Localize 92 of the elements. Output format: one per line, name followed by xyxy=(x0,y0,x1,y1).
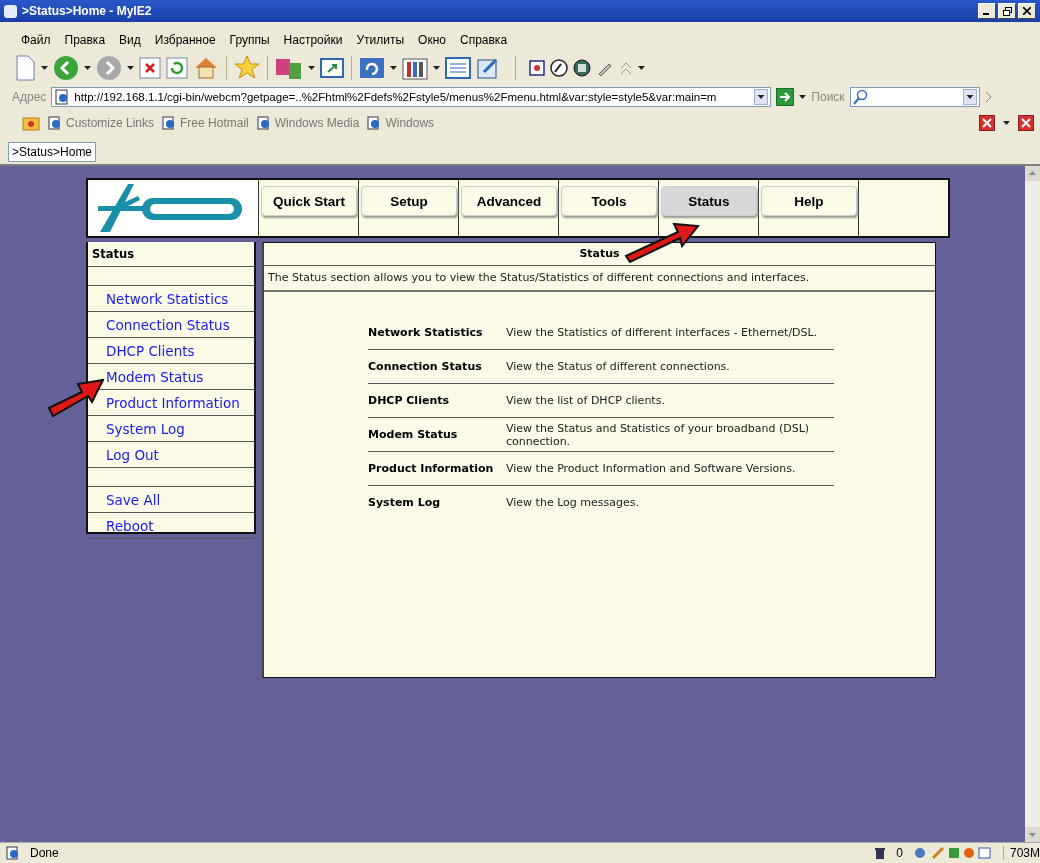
caret-icon[interactable] xyxy=(1003,121,1010,125)
chevron-right-icon[interactable] xyxy=(984,91,992,103)
close-icon xyxy=(1023,7,1031,15)
sidebar-link[interactable]: Reboot xyxy=(106,517,154,534)
caret-icon[interactable] xyxy=(390,66,397,70)
item-name: Modem Status xyxy=(368,428,459,441)
search-label: Поиск xyxy=(811,90,845,104)
menu-item[interactable]: Настройки xyxy=(276,33,350,47)
item-name: Connection Status xyxy=(368,360,483,373)
page-icon xyxy=(256,116,271,130)
page-icon xyxy=(48,116,62,130)
restore-icon xyxy=(1002,6,1012,16)
sidebar-link[interactable]: DHCP Clients xyxy=(106,342,195,359)
item-name: DHCP Clients xyxy=(368,394,450,407)
menu-item[interactable]: Справка xyxy=(453,33,515,47)
go-icon[interactable] xyxy=(776,88,795,106)
caret-icon[interactable] xyxy=(433,66,440,70)
sidebar-link[interactable]: Save All xyxy=(106,491,161,508)
sidebar-link[interactable]: System Log xyxy=(106,420,185,437)
address-label: Адрес xyxy=(12,90,47,104)
item-name: Product Information xyxy=(368,462,495,475)
home-icon[interactable] xyxy=(193,56,219,80)
item-description: View the Product Information and Software Versions. xyxy=(506,462,797,475)
item-description: View the Statistics of different interfaces - Ethernet/DSL. xyxy=(506,326,819,339)
favorite-link[interactable]: Windows Media xyxy=(274,116,360,130)
tools-icon[interactable] xyxy=(402,56,428,80)
stop-icon[interactable] xyxy=(139,57,161,79)
undo-icon[interactable] xyxy=(359,57,385,79)
page-icon xyxy=(54,89,71,105)
address-field[interactable]: http://192.168.1.1/cgi-bin/webcm?getpage=..%2Fhtml%2Fdefs%2Fstyle5/menus%2Fmenu.html&var:style=style5&var:main=m xyxy=(51,87,772,107)
caret-icon[interactable] xyxy=(308,66,315,70)
sidebar-link[interactable]: Modem Status xyxy=(106,368,204,385)
item-name: System Log xyxy=(368,496,442,509)
dropdown-button[interactable] xyxy=(754,89,769,105)
sidebar-link[interactable]: Connection Status xyxy=(106,316,230,333)
page-icon xyxy=(367,116,382,130)
close-all-icon[interactable] xyxy=(1018,115,1034,131)
menu-item[interactable]: Окно xyxy=(411,33,453,47)
menu-item[interactable]: Группы xyxy=(222,33,277,47)
menu-item[interactable]: Утилиты xyxy=(349,33,412,47)
menu-item[interactable]: Избранное xyxy=(147,33,223,47)
nav-tab[interactable]: Setup xyxy=(361,186,457,216)
caret-icon[interactable] xyxy=(799,95,807,99)
search-icon xyxy=(852,89,869,105)
caret-icon[interactable] xyxy=(638,66,645,70)
page-tab[interactable]: >Status>Home xyxy=(8,142,97,162)
nav-tab[interactable]: Help xyxy=(761,186,857,216)
scrollbar[interactable] xyxy=(1025,166,1040,842)
item-description: View the list of DHCP clients. xyxy=(506,394,666,407)
window-title: >Status>Home - MyIE2 xyxy=(22,4,153,18)
search-field[interactable] xyxy=(849,87,980,107)
scroll-up-icon[interactable] xyxy=(1025,166,1040,181)
back-icon[interactable] xyxy=(53,55,79,81)
restore-button[interactable] xyxy=(998,3,1016,19)
page-icon xyxy=(6,846,20,860)
minimize-button[interactable] xyxy=(978,3,996,19)
app-icon xyxy=(4,4,17,18)
sidebar-link[interactable]: Product Information xyxy=(106,394,240,411)
nav-tab[interactable]: Quick Start xyxy=(261,186,357,216)
sidebar-link[interactable]: Network Statistics xyxy=(106,290,229,307)
trash-count: 0 xyxy=(896,846,903,860)
dropdown-button[interactable] xyxy=(962,89,977,105)
close-button[interactable] xyxy=(1018,3,1036,19)
favorite-link[interactable]: Windows xyxy=(385,116,435,130)
refresh-icon[interactable] xyxy=(166,57,188,79)
page-icon xyxy=(162,116,177,130)
item-description: View the Status and Statistics of your broadband (DSL) connection. xyxy=(506,421,811,448)
favorite-link[interactable]: Free Hotmail xyxy=(180,116,249,130)
menu-item[interactable]: Вид xyxy=(112,33,148,47)
item-name: Network Statistics xyxy=(368,326,484,339)
item-description: View the Log messages. xyxy=(506,496,640,509)
intro-text: The Status section allows you to view the Status/Statistics of different connections and interfaces. xyxy=(264,266,935,292)
scroll-down-icon[interactable] xyxy=(1025,827,1040,842)
star-icon[interactable] xyxy=(234,55,260,81)
window-icon[interactable] xyxy=(320,57,344,79)
nav-tab[interactable]: Advanced xyxy=(461,186,557,216)
item-description: View the Status of different connections. xyxy=(506,360,731,373)
caret-icon[interactable] xyxy=(84,66,91,70)
status-text: Done xyxy=(30,846,59,860)
list-icon[interactable] xyxy=(445,57,471,79)
memory-usage: 703M xyxy=(1002,846,1040,860)
favorite-link[interactable]: Customize Links xyxy=(66,116,155,130)
close-tab-icon[interactable] xyxy=(979,115,995,131)
sidebar-link[interactable]: Log Out xyxy=(106,446,159,463)
nav-tab[interactable]: Status xyxy=(661,186,757,216)
caret-icon[interactable] xyxy=(127,66,134,70)
menu-item[interactable]: Правка xyxy=(57,33,113,47)
caret-icon[interactable] xyxy=(41,66,48,70)
nav-tab[interactable]: Tools xyxy=(561,186,657,216)
menu-item[interactable]: Файл xyxy=(14,33,58,47)
trash-icon[interactable] xyxy=(874,847,887,859)
sidebar-title: Status xyxy=(88,242,254,267)
